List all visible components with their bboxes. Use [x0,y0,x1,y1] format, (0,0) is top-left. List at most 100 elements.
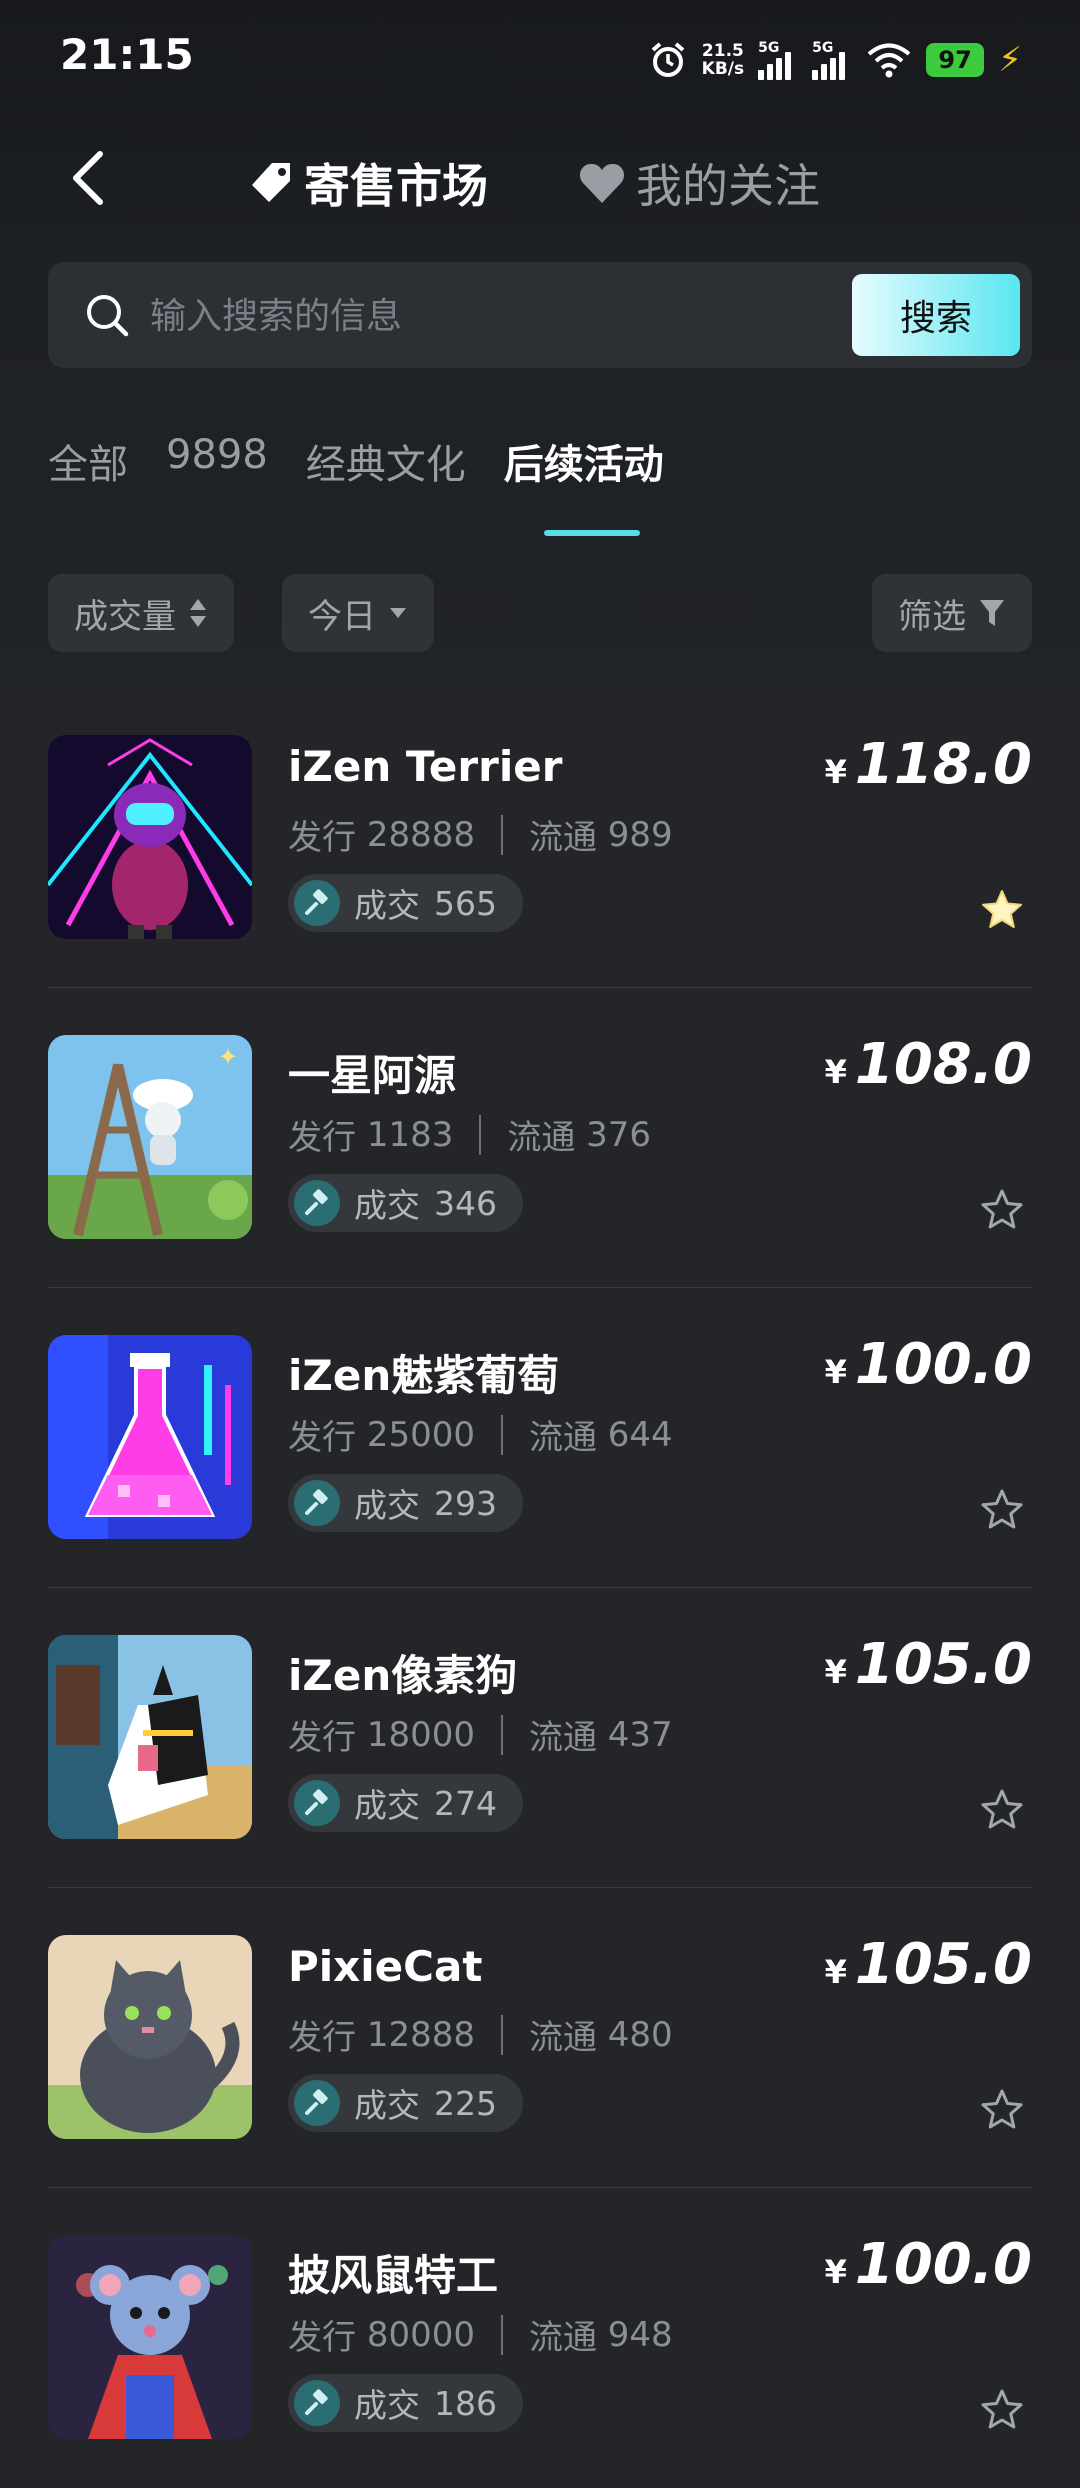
item-name: PixieCat [288,1942,483,1991]
auction-hammer-icon [294,2380,340,2426]
alarm-icon [651,42,684,77]
deal-count: 565 [434,883,497,923]
deal-label: 成交 [354,2086,420,2125]
star-outline-icon[interactable] [980,1788,1024,1832]
signal-2-label: 5G [812,40,834,56]
category-tab-classic-culture[interactable]: 经典文化 [306,432,466,502]
tab-my-follows[interactable]: 我的关注 [578,150,820,216]
network-speed-value: 21.5 [701,41,744,61]
search-button[interactable]: 搜索 [852,274,1020,356]
price-value: 100.0 [854,1332,1032,1397]
item-price: ¥ 108.0 [825,1032,1032,1097]
caret-down-icon [390,608,406,618]
price-value: 118.0 [854,732,1032,797]
top-nav: 寄售市场 我的关注 [0,130,1080,230]
currency-symbol: ¥ [824,2253,847,2291]
stats-divider [500,2014,503,2055]
item-price: ¥ 100.0 [825,2232,1032,2297]
stats-divider [500,2314,503,2355]
period-dropdown[interactable]: 今日 [282,574,434,652]
deal-label: 成交 [354,1486,420,1525]
currency-symbol: ¥ [824,1353,847,1391]
currency-symbol: ¥ [824,753,847,791]
item-price: ¥ 100.0 [825,1332,1032,1397]
funnel-icon [980,600,1004,626]
circulation-count: 644 [607,1414,673,1455]
search-bar: 搜索 [48,262,1032,368]
issue-label: 发行 [288,2318,356,2358]
list-item[interactable]: iZen像素狗 发行 18000 流通 437 成交 274 ¥ 105.0 [0,1588,1080,1888]
item-stats: 发行 80000 流通 948 [288,2310,673,2359]
circulation-label: 流通 [528,818,597,858]
issue-count: 1183 [366,1114,454,1155]
star-outline-icon[interactable] [980,1188,1024,1232]
deal-label: 成交 [354,886,420,925]
category-tab-follow-up-events[interactable]: 后续活动 [504,432,664,502]
stats-divider [500,1714,503,1755]
auction-hammer-icon [294,1780,340,1826]
list-item[interactable]: iZen Terrier 发行 28888 流通 989 成交 565 ¥ 118… [0,688,1080,988]
deal-label: 成交 [354,1786,420,1825]
circulation-label: 流通 [528,2318,597,2358]
search-icon [87,295,129,337]
item-thumbnail [48,1335,252,1539]
list-item[interactable]: ✦ 一星阿源 发行 1183 流通 376 成交 346 ¥ 108.0 [0,988,1080,1288]
price-value: 100.0 [854,2232,1032,2297]
deal-badge: 成交 565 [288,874,523,932]
item-stats: 发行 25000 流通 644 [288,1410,673,1459]
signal-1-label: 5G [758,40,780,56]
sort-volume-label: 成交量 [74,596,176,637]
charging-icon: ⚡ [998,40,1022,80]
star-outline-icon[interactable] [980,2088,1024,2132]
item-price: ¥ 118.0 [825,732,1032,797]
currency-symbol: ¥ [824,1953,847,1991]
item-thumbnail [48,735,252,939]
item-thumbnail [48,1935,252,2139]
tab-follow-label: 我的关注 [636,159,820,213]
sort-volume-button[interactable]: 成交量 [48,574,234,652]
auction-hammer-icon [294,1180,340,1226]
price-value: 108.0 [854,1032,1032,1097]
star-outline-icon[interactable] [980,1488,1024,1532]
auction-hammer-icon [294,880,340,926]
filter-button[interactable]: 筛选 [872,574,1032,652]
item-name: iZen Terrier [288,742,563,791]
list-item[interactable]: iZen魅紫葡萄 发行 25000 流通 644 成交 293 ¥ 100.0 [0,1288,1080,1588]
deal-badge: 成交 225 [288,2074,523,2132]
svg-text:✦: ✦ [218,1043,238,1071]
stats-divider [500,1414,503,1455]
item-thumbnail: ✦ [48,1035,252,1239]
deal-badge: 成交 293 [288,1474,523,1532]
price-value: 105.0 [854,1932,1032,1997]
star-outline-icon[interactable] [980,2388,1024,2432]
circulation-count: 948 [607,2314,673,2355]
filter-label: 筛选 [898,596,966,637]
search-input[interactable] [148,282,852,350]
list-item[interactable]: PixieCat 发行 12888 流通 480 成交 225 ¥ 105.0 [0,1888,1080,2188]
category-tab-9898[interactable]: 9898 [166,432,268,502]
issue-label: 发行 [288,2018,356,2058]
item-stats: 发行 18000 流通 437 [288,1710,673,1759]
circulation-count: 437 [607,1714,673,1755]
list-item[interactable]: 披风鼠特工 发行 80000 流通 948 成交 186 ¥ 100.0 [0,2188,1080,2488]
stats-divider [479,1114,482,1155]
star-filled-icon[interactable] [980,888,1024,932]
circulation-label: 流通 [528,1718,597,1758]
auction-hammer-icon [294,1480,340,1526]
signal-icon-2: 5G [812,40,852,80]
issue-count: 25000 [366,1414,475,1455]
item-name: iZen魅紫葡萄 [288,1351,560,1400]
currency-symbol: ¥ [824,1653,847,1691]
issue-count: 18000 [366,1714,475,1755]
back-icon[interactable] [62,148,122,208]
tag-icon [252,163,290,202]
circulation-label: 流通 [507,1118,576,1158]
issue-label: 发行 [288,1718,356,1758]
price-value: 105.0 [854,1632,1032,1697]
issue-count: 80000 [366,2314,475,2355]
tab-consignment-market[interactable]: 寄售市场 [248,150,488,216]
sort-icon [190,599,206,627]
item-stats: 发行 1183 流通 376 [288,1110,651,1159]
category-tab-all[interactable]: 全部 [48,432,128,502]
issue-label: 发行 [288,1418,356,1458]
